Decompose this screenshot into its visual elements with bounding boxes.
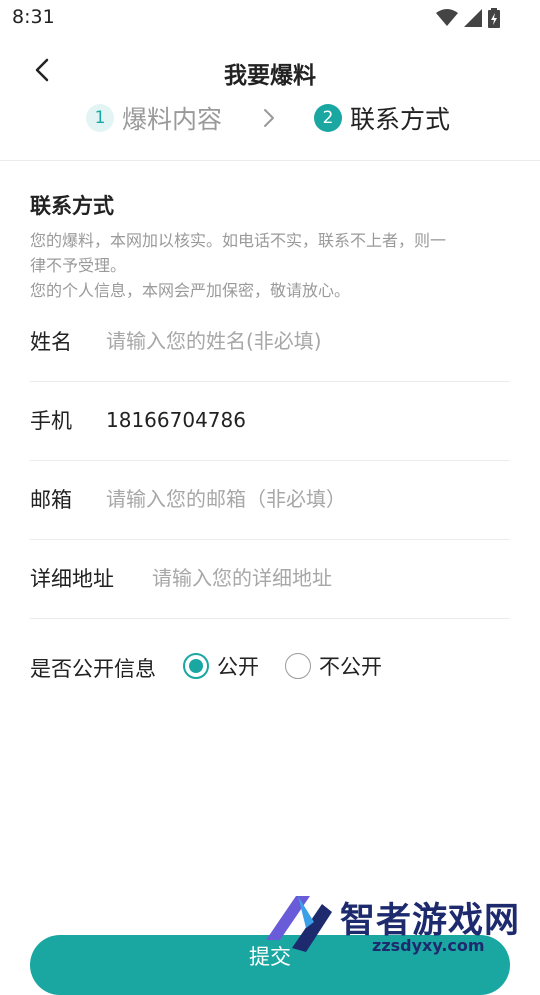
email-input[interactable] xyxy=(106,479,506,519)
watermark-url: zzsdyxy.com xyxy=(372,936,485,955)
email-label: 邮箱 xyxy=(30,488,72,512)
radio-label: 公开 xyxy=(217,655,259,679)
radio-not-public[interactable]: 不公开 xyxy=(285,651,382,681)
notice-line: 您的爆料，本网加以核实。如电话不实，联系不上者，则一 xyxy=(30,231,447,250)
name-input[interactable] xyxy=(106,321,506,361)
radio-unchecked-icon xyxy=(285,653,311,679)
address-input[interactable] xyxy=(152,558,508,598)
step-number: 2 xyxy=(314,104,342,132)
phone-input[interactable] xyxy=(106,400,506,440)
section-title: 联系方式 xyxy=(30,194,114,218)
nav-bar: 我要爆料 xyxy=(0,40,540,100)
step-contact[interactable]: 2 联系方式 xyxy=(314,100,450,136)
phone-label: 手机 xyxy=(30,409,72,433)
radio-checked-icon xyxy=(183,653,209,679)
watermark: 智者游戏网 zzsdyxy.com xyxy=(262,888,540,960)
cell-signal-icon xyxy=(464,9,482,31)
status-icons xyxy=(436,8,500,32)
watermark-logo-icon xyxy=(266,896,332,952)
step-content[interactable]: 1 爆料内容 xyxy=(86,100,222,136)
divider xyxy=(0,160,540,161)
status-time: 8:31 xyxy=(12,6,55,28)
name-label: 姓名 xyxy=(30,330,72,354)
public-info-row: 是否公开信息 公开 不公开 xyxy=(30,640,510,690)
step-number: 1 xyxy=(86,104,114,132)
chevron-right-icon xyxy=(262,107,276,133)
email-row: 邮箱 xyxy=(30,461,510,540)
step-label: 爆料内容 xyxy=(122,105,223,134)
page-title: 我要爆料 xyxy=(224,63,316,89)
name-row: 姓名 xyxy=(30,303,510,382)
step-indicator: 1 爆料内容 2 联系方式 xyxy=(0,100,540,142)
notice-line: 律不予受理。 xyxy=(30,256,127,275)
phone-row: 手机 xyxy=(30,382,510,461)
public-info-label: 是否公开信息 xyxy=(30,657,156,681)
wifi-icon xyxy=(436,9,458,31)
step-label: 联系方式 xyxy=(350,105,451,134)
notice-line: 您的个人信息，本网会严加保密，敬请放心。 xyxy=(30,281,351,300)
radio-public[interactable]: 公开 xyxy=(183,651,259,681)
status-bar: 8:31 xyxy=(0,0,540,36)
notice-text: 您的爆料，本网加以核实。如电话不实，联系不上者，则一 律不予受理。 您的个人信息… xyxy=(30,228,510,303)
address-label: 详细地址 xyxy=(30,567,114,591)
battery-icon xyxy=(488,8,500,32)
radio-label: 不公开 xyxy=(319,655,382,679)
address-row: 详细地址 xyxy=(30,540,510,619)
